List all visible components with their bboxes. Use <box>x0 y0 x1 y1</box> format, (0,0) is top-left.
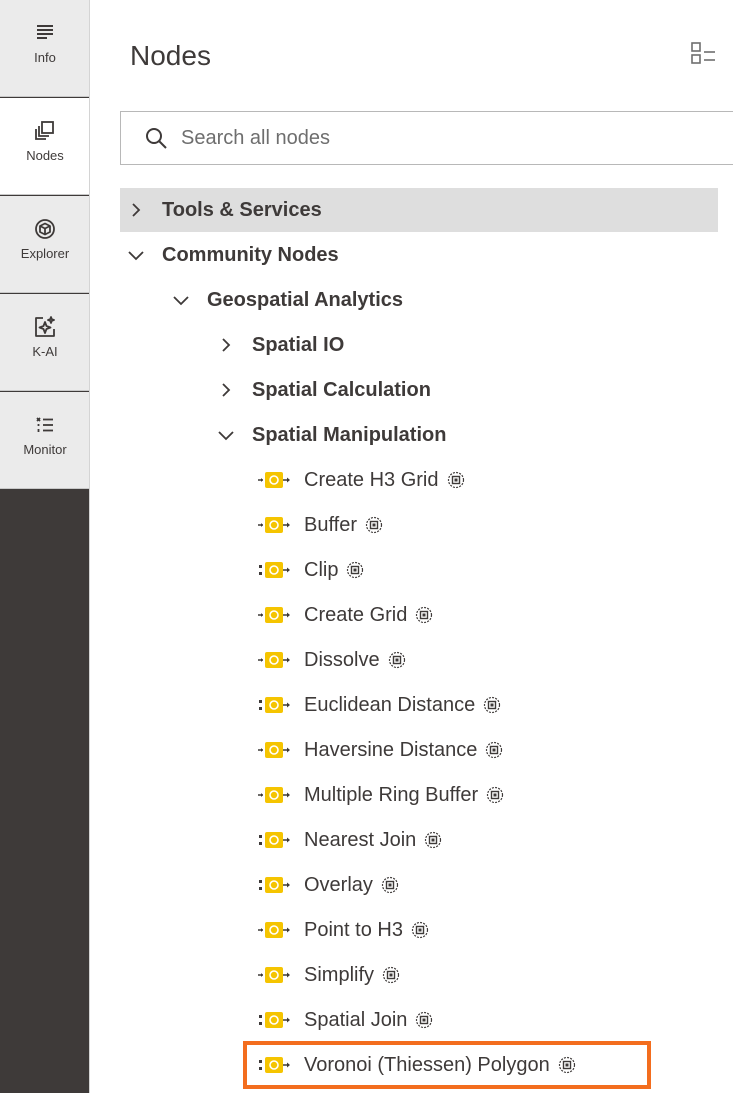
node-item[interactable]: Create Grid <box>258 595 433 635</box>
sidebar-item-label: Monitor <box>23 442 67 457</box>
category-spatial-io[interactable]: Spatial IO <box>210 323 718 367</box>
community-extension-icon <box>485 741 503 759</box>
chevron-down-icon <box>218 427 234 443</box>
category-spatial-calculation[interactable]: Spatial Calculation <box>210 368 718 412</box>
node-label: Euclidean Distance <box>304 693 476 716</box>
category-label: Community Nodes <box>162 243 339 266</box>
list-view-icon[interactable] <box>690 40 716 66</box>
node-label: Create Grid <box>304 603 408 626</box>
info-lines-icon <box>34 22 56 44</box>
sidebar-item-nodes[interactable]: Nodes <box>0 98 90 195</box>
community-extension-icon <box>447 471 465 489</box>
cube-icon <box>34 218 56 240</box>
community-extension-icon <box>411 921 429 939</box>
geospatial-node-icon <box>258 651 292 669</box>
nodes-stack-icon <box>34 120 56 142</box>
chevron-right-icon <box>128 202 144 218</box>
search-box[interactable] <box>120 111 733 165</box>
community-extension-icon <box>381 876 399 894</box>
category-label: Geospatial Analytics <box>207 288 403 311</box>
node-item[interactable]: Dissolve <box>258 640 406 680</box>
chevron-down-icon <box>128 247 144 263</box>
node-item[interactable]: Buffer <box>258 505 383 545</box>
node-label: Simplify <box>304 963 375 986</box>
node-label: Multiple Ring Buffer <box>304 783 479 806</box>
chevron-down-icon <box>173 292 189 308</box>
node-item[interactable]: Simplify <box>258 955 400 995</box>
sidebar-item-monitor[interactable]: Monitor <box>0 392 90 489</box>
sidebar-item-k-ai[interactable]: K-AI <box>0 294 90 391</box>
chevron-right-icon <box>218 382 234 398</box>
sidebar-item-label: Info <box>34 50 56 65</box>
category-label: Spatial IO <box>252 333 345 356</box>
node-item[interactable]: Point to H3 <box>258 910 429 950</box>
geospatial-node-icon <box>258 696 292 714</box>
geospatial-node-icon <box>258 1011 292 1029</box>
geospatial-node-icon <box>258 876 292 894</box>
category-label: Spatial Calculation <box>252 378 431 401</box>
sidebar-divider <box>89 0 90 1093</box>
community-extension-icon <box>483 696 501 714</box>
geospatial-node-icon <box>258 921 292 939</box>
geospatial-node-icon <box>258 966 292 984</box>
geospatial-node-icon <box>258 741 292 759</box>
geospatial-node-icon <box>258 561 292 579</box>
ai-sparkle-icon <box>34 316 56 338</box>
node-item[interactable]: Euclidean Distance <box>258 685 501 725</box>
monitor-list-icon <box>34 414 56 436</box>
category-geospatial-analytics[interactable]: Geospatial Analytics <box>165 278 718 322</box>
node-label: Haversine Distance <box>304 738 478 761</box>
community-extension-icon <box>382 966 400 984</box>
sidebar-item-label: K-AI <box>32 344 58 359</box>
node-item[interactable]: Create H3 Grid <box>258 460 465 500</box>
community-extension-icon <box>415 1011 433 1029</box>
node-item[interactable]: Spatial Join <box>258 1000 433 1040</box>
node-label: Spatial Join <box>304 1008 408 1031</box>
node-item[interactable]: Nearest Join <box>258 820 442 860</box>
node-item[interactable]: Haversine Distance <box>258 730 503 770</box>
geospatial-node-icon <box>258 831 292 849</box>
chevron-right-icon <box>218 337 234 353</box>
community-extension-icon <box>486 786 504 804</box>
category-label: Spatial Manipulation <box>252 423 447 446</box>
page-title: Nodes <box>130 40 211 71</box>
node-label: Overlay <box>304 873 373 896</box>
sidebar-item-label: Nodes <box>26 148 64 163</box>
community-extension-icon <box>346 561 364 579</box>
category-spatial-manipulation[interactable]: Spatial Manipulation <box>210 413 718 457</box>
sidebar-item-label: Explorer <box>20 246 70 261</box>
geospatial-node-icon <box>258 606 292 624</box>
node-label: Create H3 Grid <box>304 468 439 491</box>
search-icon <box>145 127 167 149</box>
geospatial-node-icon <box>258 471 292 489</box>
node-item[interactable]: Multiple Ring Buffer <box>258 775 504 815</box>
node-label: Point to H3 <box>304 918 403 941</box>
community-extension-icon <box>415 606 433 624</box>
community-extension-icon <box>424 831 442 849</box>
selected-node-highlight <box>243 1041 651 1089</box>
geospatial-node-icon <box>258 786 292 804</box>
community-extension-icon <box>388 651 406 669</box>
node-label: Nearest Join <box>304 828 417 851</box>
geospatial-node-icon <box>258 516 292 534</box>
node-item[interactable]: Overlay <box>258 865 399 905</box>
node-label: Dissolve <box>304 648 380 671</box>
category-label: Tools & Services <box>162 198 322 221</box>
sidebar-item-explorer[interactable]: Explorer <box>0 196 90 293</box>
community-extension-icon <box>365 516 383 534</box>
node-item[interactable]: Clip <box>258 550 364 590</box>
node-label: Clip <box>304 558 339 581</box>
search-input[interactable] <box>181 126 701 150</box>
category-community-nodes[interactable]: Community Nodes <box>120 233 718 277</box>
category-tools-services[interactable]: Tools & Services <box>120 188 718 232</box>
sidebar-item-info[interactable]: Info <box>0 0 90 97</box>
node-label: Buffer <box>304 513 357 536</box>
